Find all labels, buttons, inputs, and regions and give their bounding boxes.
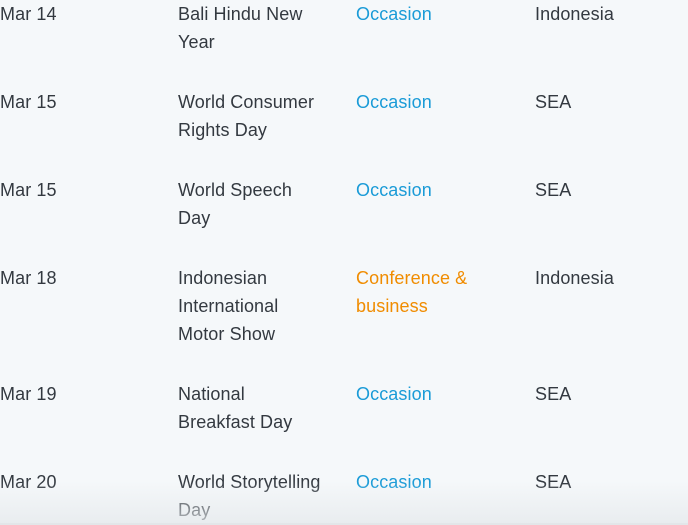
table-row: Mar 14 Bali Hindu New Year Occasion Indo… <box>0 0 688 88</box>
event-category-line: Conference & <box>356 268 468 288</box>
event-name[interactable]: World Consumer Rights Day <box>178 88 338 144</box>
event-date: Mar 14 <box>0 4 57 24</box>
table-row: Mar 15 World Consumer Rights Day Occasio… <box>0 88 688 176</box>
event-name-line: Bali Hindu New <box>178 4 303 24</box>
event-name[interactable]: World Speech Day <box>178 176 338 232</box>
event-name-line: Day <box>178 208 211 228</box>
event-region: SEA <box>535 92 572 112</box>
event-category-link[interactable]: Conference & business <box>356 264 521 320</box>
event-name-line: World Consumer <box>178 92 315 112</box>
event-name-line: Motor Show <box>178 324 276 344</box>
event-name-line: World Storytelling <box>178 472 321 492</box>
event-region: Indonesia <box>535 4 614 24</box>
event-name[interactable]: Indonesian International Motor Show <box>178 264 338 348</box>
table-row: Mar 15 World Speech Day Occasion SEA <box>0 176 688 264</box>
event-category-link[interactable]: Occasion <box>356 88 521 116</box>
event-name-line: World Speech <box>178 180 292 200</box>
event-name-line: Breakfast Day <box>178 412 293 432</box>
event-date: Mar 18 <box>0 268 57 288</box>
event-region: SEA <box>535 180 572 200</box>
event-date: Mar 15 <box>0 180 57 200</box>
event-name-line: Indonesian <box>178 268 268 288</box>
event-name[interactable]: World Storytelling Day <box>178 468 338 524</box>
event-name-line: International <box>178 296 279 316</box>
event-category-link[interactable]: Occasion <box>356 176 521 204</box>
event-category-line: Occasion <box>356 180 432 200</box>
event-category-line: Occasion <box>356 92 432 112</box>
event-category-line: Occasion <box>356 472 432 492</box>
event-name-line: Day <box>178 500 211 520</box>
event-category-link[interactable]: Occasion <box>356 380 521 408</box>
event-region: SEA <box>535 384 572 404</box>
event-name[interactable]: Bali Hindu New Year <box>178 0 338 56</box>
event-category-line: Occasion <box>356 4 432 24</box>
event-name-line: Year <box>178 32 215 52</box>
event-category-link[interactable]: Occasion <box>356 468 521 496</box>
event-name[interactable]: National Breakfast Day <box>178 380 338 436</box>
event-date: Mar 20 <box>0 472 57 492</box>
table-row: Mar 20 World Storytelling Day Occasion S… <box>0 468 688 524</box>
event-date: Mar 19 <box>0 384 57 404</box>
table-row: Mar 19 National Breakfast Day Occasion S… <box>0 380 688 468</box>
event-category-line: Occasion <box>356 384 432 404</box>
table-row: Mar 18 Indonesian International Motor Sh… <box>0 264 688 380</box>
event-region: Indonesia <box>535 268 614 288</box>
event-date: Mar 15 <box>0 92 57 112</box>
event-name-line: Rights Day <box>178 120 268 140</box>
event-name-line: National <box>178 384 245 404</box>
event-region: SEA <box>535 472 572 492</box>
event-category-link[interactable]: Occasion <box>356 0 521 28</box>
event-category-line: business <box>356 296 428 316</box>
